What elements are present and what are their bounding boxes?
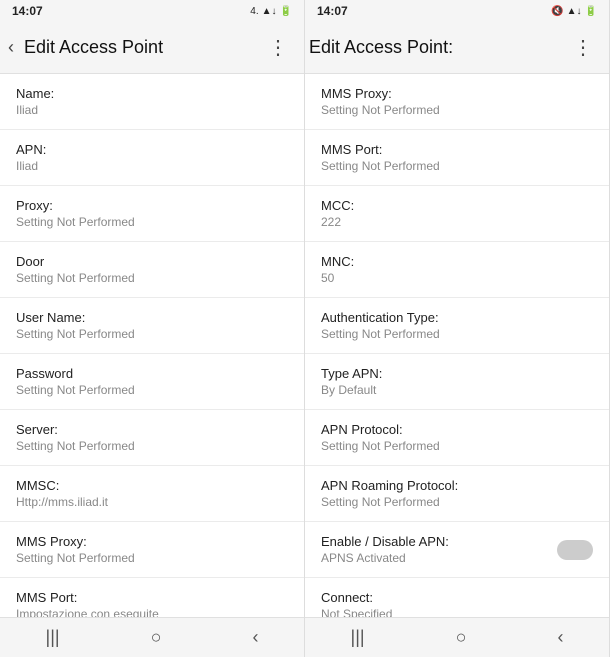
left-header-title: Edit Access Point [24,37,260,58]
right-item-label-4: Authentication Type: [321,310,593,325]
left-item-label-0: Name: [16,86,288,101]
right-item-label-6: APN Protocol: [321,422,593,437]
left-item-value-6: Setting Not Performed [16,439,288,453]
right-item-value-2: 222 [321,215,593,229]
left-nav-recent[interactable]: ||| [46,627,60,648]
left-item-label-4: User Name: [16,310,288,325]
right-battery-icon: 🔋 [585,6,597,17]
right-item-label-5: Type APN: [321,366,593,381]
left-item-value-4: Setting Not Performed [16,327,288,341]
right-menu-button[interactable]: ⋮ [565,31,601,64]
right-nav-home[interactable]: ○ [456,627,467,648]
right-item-value-9: Not Specified [321,607,593,617]
left-list-item[interactable]: MMS Port: Impostazione con eseguite [0,578,304,617]
left-item-value-0: Iliad [16,103,288,117]
left-item-label-1: APN: [16,142,288,157]
left-settings-list: Name: Iliad APN: Iliad Proxy: Setting No… [0,74,304,617]
left-nav-bar: ||| ○ ‹ [0,617,304,657]
left-battery-icon: 🔋 [280,6,292,17]
left-app-header: ‹ Edit Access Point ⋮ [0,22,304,74]
right-item-label-0: MMS Proxy: [321,86,593,101]
right-item-value-8: APNS Activated [321,551,449,565]
right-nav-back[interactable]: ‹ [557,627,563,648]
left-item-label-7: MMSC: [16,478,288,493]
left-status-icons: 4. ▲↓ 🔋 [250,6,292,17]
right-item-label-1: MMS Port: [321,142,593,157]
left-item-value-3: Setting Not Performed [16,271,288,285]
left-wifi-icon: ▲↓ [262,6,277,17]
right-panel: 14:07 🔇 ▲↓ 🔋 Edit Access Point: ⋮ MMS Pr… [305,0,610,657]
left-item-value-5: Setting Not Performed [16,383,288,397]
right-item-value-1: Setting Not Performed [321,159,593,173]
right-list-item[interactable]: MMS Port: Setting Not Performed [305,130,609,186]
left-item-value-1: Iliad [16,159,288,173]
left-list-item[interactable]: Name: Iliad [0,74,304,130]
left-item-label-5: Password [16,366,288,381]
left-item-label-6: Server: [16,422,288,437]
left-menu-button[interactable]: ⋮ [260,31,296,64]
apn-toggle[interactable] [557,540,593,560]
left-item-value-2: Setting Not Performed [16,215,288,229]
left-list-item[interactable]: Server: Setting Not Performed [0,410,304,466]
right-item-value-6: Setting Not Performed [321,439,593,453]
left-item-label-3: Door [16,254,288,269]
left-list-item[interactable]: Proxy: Setting Not Performed [0,186,304,242]
left-list-item[interactable]: APN: Iliad [0,130,304,186]
left-list-item[interactable]: User Name: Setting Not Performed [0,298,304,354]
left-time: 14:07 [12,4,43,18]
left-item-label-2: Proxy: [16,198,288,213]
right-nav-bar: ||| ○ ‹ [305,617,609,657]
right-list-item[interactable]: APN Protocol: Setting Not Performed [305,410,609,466]
left-item-value-9: Impostazione con eseguite [16,607,288,617]
right-nav-recent[interactable]: ||| [351,627,365,648]
right-list-item[interactable]: Authentication Type: Setting Not Perform… [305,298,609,354]
right-list-item[interactable]: MNC: 50 [305,242,609,298]
right-list-item[interactable]: Type APN: By Default [305,354,609,410]
right-item-value-5: By Default [321,383,593,397]
left-back-button[interactable]: ‹ [4,33,18,62]
right-time: 14:07 [317,4,348,18]
left-list-item[interactable]: Password Setting Not Performed [0,354,304,410]
left-nav-home[interactable]: ○ [151,627,162,648]
left-item-value-7: Http://mms.iliad.it [16,495,288,509]
right-signal-icon: ▲↓ [567,6,582,17]
right-list-item[interactable]: Connect: Not Specified [305,578,609,617]
left-item-label-9: MMS Port: [16,590,288,605]
right-item-label-8: Enable / Disable APN: [321,534,449,549]
left-item-value-8: Setting Not Performed [16,551,288,565]
right-list-item[interactable]: MCC: 222 [305,186,609,242]
right-status-bar: 14:07 🔇 ▲↓ 🔋 [305,0,609,22]
right-item-value-7: Setting Not Performed [321,495,593,509]
right-list-item[interactable]: APN Roaming Protocol: Setting Not Perfor… [305,466,609,522]
left-item-label-8: MMS Proxy: [16,534,288,549]
right-app-header: Edit Access Point: ⋮ [305,22,609,74]
right-mute-icon: 🔇 [551,6,563,17]
right-item-value-0: Setting Not Performed [321,103,593,117]
right-item-label-7: APN Roaming Protocol: [321,478,593,493]
right-header-title: Edit Access Point: [309,37,565,58]
right-item-label-9: Connect: [321,590,593,605]
left-list-item[interactable]: MMS Proxy: Setting Not Performed [0,522,304,578]
right-item-label-3: MNC: [321,254,593,269]
left-list-item[interactable]: Door Setting Not Performed [0,242,304,298]
right-item-value-4: Setting Not Performed [321,327,593,341]
right-list-item-toggle[interactable]: Enable / Disable APN: APNS Activated [305,522,609,578]
right-item-value-3: 50 [321,271,593,285]
right-status-icons: 🔇 ▲↓ 🔋 [551,6,597,17]
left-status-bar: 14:07 4. ▲↓ 🔋 [0,0,304,22]
left-nav-back[interactable]: ‹ [252,627,258,648]
right-item-label-2: MCC: [321,198,593,213]
right-list-item[interactable]: MMS Proxy: Setting Not Performed [305,74,609,130]
left-list-item[interactable]: MMSC: Http://mms.iliad.it [0,466,304,522]
left-signal-icon: 4. [250,6,258,17]
right-settings-list: MMS Proxy: Setting Not Performed MMS Por… [305,74,609,617]
left-panel: 14:07 4. ▲↓ 🔋 ‹ Edit Access Point ⋮ Name… [0,0,305,657]
